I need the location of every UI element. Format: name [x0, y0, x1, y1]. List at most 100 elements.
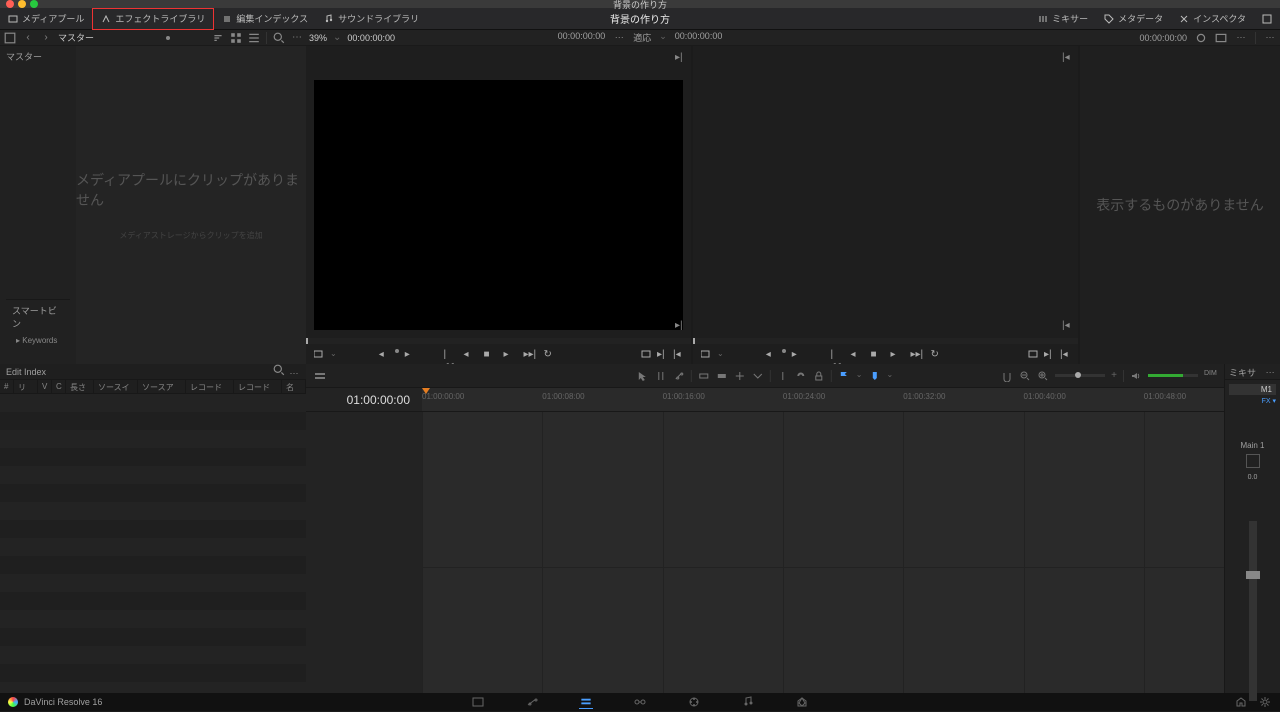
trim-tool-icon[interactable] — [655, 370, 667, 382]
prev-mark-icon[interactable]: ◂ — [766, 349, 776, 359]
play-icon[interactable]: ▸ — [504, 349, 514, 359]
single-viewer-icon[interactable] — [1215, 32, 1227, 44]
zoom-slider[interactable] — [1055, 374, 1105, 377]
volume-icon[interactable] — [1130, 370, 1142, 382]
loop-icon[interactable]: ↻ — [544, 349, 554, 359]
first-frame-icon[interactable]: |◂◂ — [831, 349, 841, 359]
more-icon[interactable]: ⋯ — [288, 367, 300, 379]
last-frame-icon[interactable]: ▸▸| — [524, 349, 534, 359]
zoom-in-icon[interactable] — [1037, 370, 1049, 382]
mode-dropdown-icon[interactable] — [701, 349, 711, 359]
in-point-icon[interactable]: ▸| — [657, 349, 667, 359]
col-srcin[interactable]: ソースイン — [94, 380, 138, 393]
lock-icon[interactable] — [813, 370, 825, 382]
sort-icon[interactable] — [212, 32, 224, 44]
fx-dropdown[interactable]: FX ▾ — [1229, 397, 1276, 405]
timeline-tracks[interactable] — [306, 412, 1224, 693]
program-display[interactable] — [701, 80, 1070, 330]
prev-frame-icon[interactable]: ◂ — [851, 349, 861, 359]
stop-icon[interactable]: ■ — [871, 349, 881, 359]
fader-handle[interactable] — [1246, 571, 1260, 579]
out-point-icon[interactable]: |◂ — [673, 349, 683, 359]
grid-view-icon[interactable] — [230, 32, 242, 44]
play-icon[interactable]: ▸ — [891, 349, 901, 359]
col-srcout[interactable]: ソースアウト — [138, 380, 186, 393]
snap-icon[interactable] — [1001, 370, 1013, 382]
bin-view-icon[interactable] — [4, 32, 16, 44]
marker-icon[interactable] — [869, 370, 881, 382]
smartbin-keywords[interactable]: ▸ Keywords — [6, 334, 70, 347]
inspector-more-icon[interactable]: ⋯ — [1264, 32, 1276, 44]
next-mark-icon[interactable]: ▸ — [792, 349, 802, 359]
search-icon[interactable] — [273, 364, 285, 376]
list-view-icon[interactable] — [248, 32, 260, 44]
fader[interactable] — [1249, 521, 1257, 701]
effects-library-tab[interactable]: エフェクトライブラリ — [92, 8, 214, 30]
chevron-right-icon[interactable]: › — [40, 32, 52, 44]
in-point-icon[interactable]: ▸| — [1044, 349, 1054, 359]
media-pool-tab[interactable]: メディアプール — [0, 8, 92, 30]
col-c[interactable]: C — [52, 380, 66, 393]
sound-library-tab[interactable]: サウンドライブラリ — [316, 8, 427, 30]
arrow-tool-icon[interactable] — [637, 370, 649, 382]
program-scrubber[interactable] — [693, 338, 1078, 344]
bin-master[interactable]: マスター — [6, 50, 70, 63]
mixer-tab[interactable]: ミキサー — [1030, 8, 1096, 30]
media-pool-grid[interactable]: メディアプールにクリップがありません メディアストレージからクリップを追加 — [76, 46, 306, 364]
mute-button[interactable] — [1246, 454, 1260, 468]
source-zoom[interactable]: 39% — [309, 33, 327, 43]
link-icon[interactable] — [795, 370, 807, 382]
edit-index-tab[interactable]: 編集インデックス — [214, 8, 316, 30]
dim-icon[interactable]: DIM — [1204, 370, 1216, 382]
loop-icon[interactable]: ↻ — [931, 349, 941, 359]
overwrite-icon[interactable] — [716, 370, 728, 382]
flag-icon[interactable] — [838, 370, 850, 382]
program-more-icon[interactable]: ⋯ — [1235, 32, 1247, 44]
program-fit[interactable]: 適応 — [633, 31, 651, 44]
timeline-ruler[interactable]: 01:00:00:00 01:00:08:00 01:00:16:00 01:0… — [422, 388, 1224, 411]
blade-tool-icon[interactable] — [673, 370, 685, 382]
col-name[interactable]: 名前 — [282, 380, 306, 393]
zoom-out-icon[interactable] — [1019, 370, 1031, 382]
col-v[interactable]: V — [38, 380, 52, 393]
track-headers[interactable] — [306, 412, 422, 693]
last-frame-icon[interactable]: ▸▸| — [911, 349, 921, 359]
prev-mark-icon[interactable]: ◂ — [379, 349, 389, 359]
go-end-icon[interactable]: ▸| — [675, 320, 685, 330]
bypass-icon[interactable] — [1195, 32, 1207, 44]
go-end-icon[interactable]: ▸| — [675, 52, 685, 62]
col-num[interactable]: # — [0, 380, 14, 393]
col-dur[interactable]: 長さ — [66, 380, 94, 393]
next-mark-icon[interactable]: ▸ — [405, 349, 415, 359]
mode-dropdown-icon[interactable] — [314, 349, 324, 359]
source-display[interactable] — [314, 80, 683, 330]
source-scrubber[interactable] — [306, 338, 691, 344]
blade-icon[interactable] — [777, 370, 789, 382]
bin-tree[interactable]: マスター スマートビン ▸ Keywords — [0, 46, 76, 364]
prev-frame-icon[interactable]: ◂ — [464, 349, 474, 359]
stop-icon[interactable]: ■ — [484, 349, 494, 359]
out-point-icon[interactable]: |◂ — [1060, 349, 1070, 359]
inspector-tab[interactable]: インスペクタ — [1171, 8, 1254, 30]
col-reel[interactable]: リー — [14, 380, 38, 393]
col-recout[interactable]: レコードアウト — [234, 380, 282, 393]
track-body[interactable] — [422, 412, 1224, 693]
expand-button[interactable] — [1254, 8, 1280, 30]
volume-slider[interactable] — [1148, 374, 1198, 377]
more-icon[interactable]: ⋯ — [291, 32, 303, 44]
match-frame-icon[interactable] — [1028, 349, 1038, 359]
search-icon[interactable] — [273, 32, 285, 44]
edit-index-rows[interactable] — [0, 394, 306, 693]
match-frame-icon[interactable] — [641, 349, 651, 359]
metadata-tab[interactable]: メタデータ — [1096, 8, 1171, 30]
strip-name[interactable]: M1 — [1229, 384, 1276, 395]
fit-icon[interactable] — [752, 370, 764, 382]
first-frame-icon[interactable]: |◂◂ — [444, 349, 454, 359]
replace-icon[interactable] — [734, 370, 746, 382]
go-start-icon[interactable]: |◂ — [1062, 52, 1072, 62]
timeline-view-icon[interactable] — [314, 370, 326, 382]
go-start-icon[interactable]: |◂ — [1062, 320, 1072, 330]
source-more-icon[interactable]: ⋯ — [613, 31, 625, 43]
chevron-left-icon[interactable]: ‹ — [22, 32, 34, 44]
smartbin-header[interactable]: スマートビン — [6, 299, 70, 334]
